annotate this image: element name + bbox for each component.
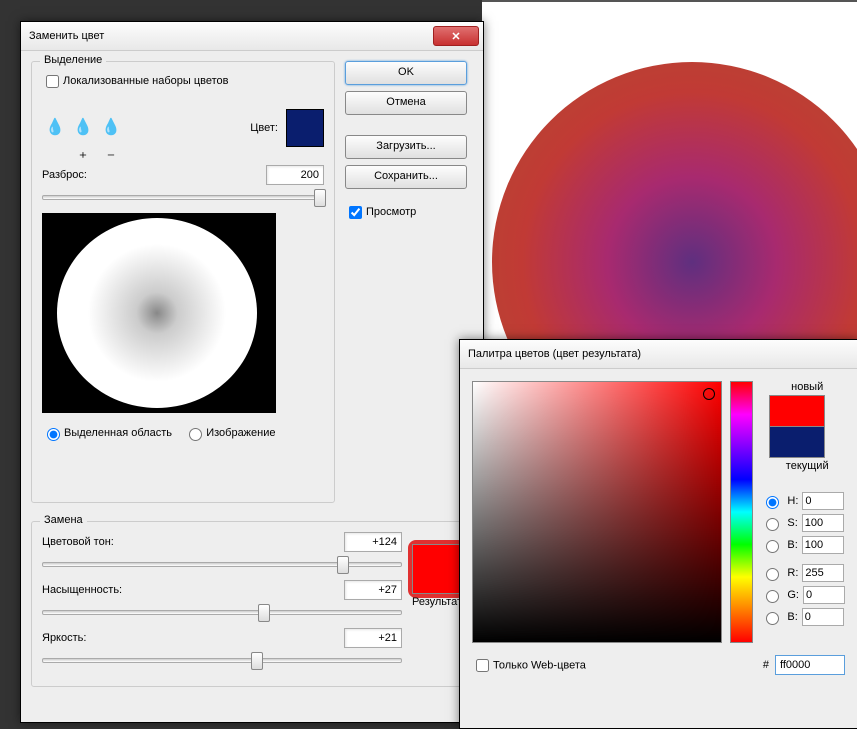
load-button[interactable]: Загрузить... [345,135,467,159]
source-color-swatch[interactable] [286,109,324,147]
ok-button[interactable]: OK [345,61,467,85]
fuzziness-slider[interactable] [42,187,324,207]
sat-label: Насыщенность: [42,584,344,596]
eyedropper-icon[interactable]: 💧 [42,115,68,141]
hue-label: Цветовой тон: [42,536,344,548]
preview-checkbox[interactable]: Просмотр [345,206,416,218]
current-color-swatch[interactable] [769,426,825,458]
radio-r[interactable] [766,568,779,581]
save-button[interactable]: Сохранить... [345,165,467,189]
hue-input[interactable]: +124 [344,532,402,552]
radio-selection[interactable]: Выделенная область [42,427,172,439]
radio-s[interactable] [766,518,779,531]
input-r[interactable]: 255 [802,564,844,582]
radio-h[interactable] [766,496,779,509]
hue-strip[interactable] [730,381,753,643]
light-slider[interactable] [42,650,402,670]
cp-titlebar[interactable]: Палитра цветов (цвет результата) [460,340,857,369]
input-s[interactable]: 100 [802,514,844,532]
color-label: Цвет: [250,122,278,134]
current-label: текущий [769,460,845,472]
color-picker-dialog: Палитра цветов (цвет результата) новый т… [459,339,857,729]
hex-input[interactable]: ff0000 [775,655,845,675]
result-label: Результат [412,596,462,608]
replace-color-dialog: Заменить цвет ✕ Выделение Локализованные… [20,21,484,723]
result-color-swatch[interactable] [408,540,466,598]
new-color-swatch[interactable] [769,395,825,427]
close-button[interactable]: ✕ [433,26,479,46]
titlebar[interactable]: Заменить цвет ✕ [21,22,483,51]
radio-bb[interactable] [766,612,779,625]
selection-preview [42,213,276,413]
light-input[interactable]: +21 [344,628,402,648]
hex-label: # [763,659,769,671]
radio-g[interactable] [766,590,779,603]
input-g[interactable]: 0 [803,586,845,604]
selection-fieldset: Выделение Локализованные наборы цветов 💧… [31,61,335,503]
sat-input[interactable]: +27 [344,580,402,600]
light-label: Яркость: [42,632,344,644]
web-only-checkbox[interactable]: Только Web-цвета [472,656,586,675]
hue-slider[interactable] [42,554,402,574]
selection-legend: Выделение [40,54,106,66]
fuzziness-input[interactable]: 200 [266,165,324,185]
color-field-marker [703,388,715,400]
input-bb[interactable]: 0 [802,608,844,626]
replace-legend: Замена [40,514,87,526]
eyedropper-add-icon[interactable]: 💧₊ [70,115,96,141]
localized-sets-checkbox[interactable]: Локализованные наборы цветов [42,75,229,87]
color-field[interactable] [472,381,722,643]
dialog-title: Заменить цвет [29,30,433,42]
radio-b[interactable] [766,540,779,553]
sat-slider[interactable] [42,602,402,622]
radio-image[interactable]: Изображение [184,427,275,439]
cp-title: Палитра цветов (цвет результата) [468,348,853,360]
input-h[interactable]: 0 [802,492,844,510]
eyedropper-sub-icon[interactable]: 💧₋ [98,115,124,141]
new-label: новый [769,381,845,393]
fuzziness-label: Разброс: [42,169,266,181]
replace-fieldset: Замена Цветовой тон: +124 Насыщенность: … [31,521,473,687]
input-b[interactable]: 100 [802,536,844,554]
cancel-button[interactable]: Отмена [345,91,467,115]
